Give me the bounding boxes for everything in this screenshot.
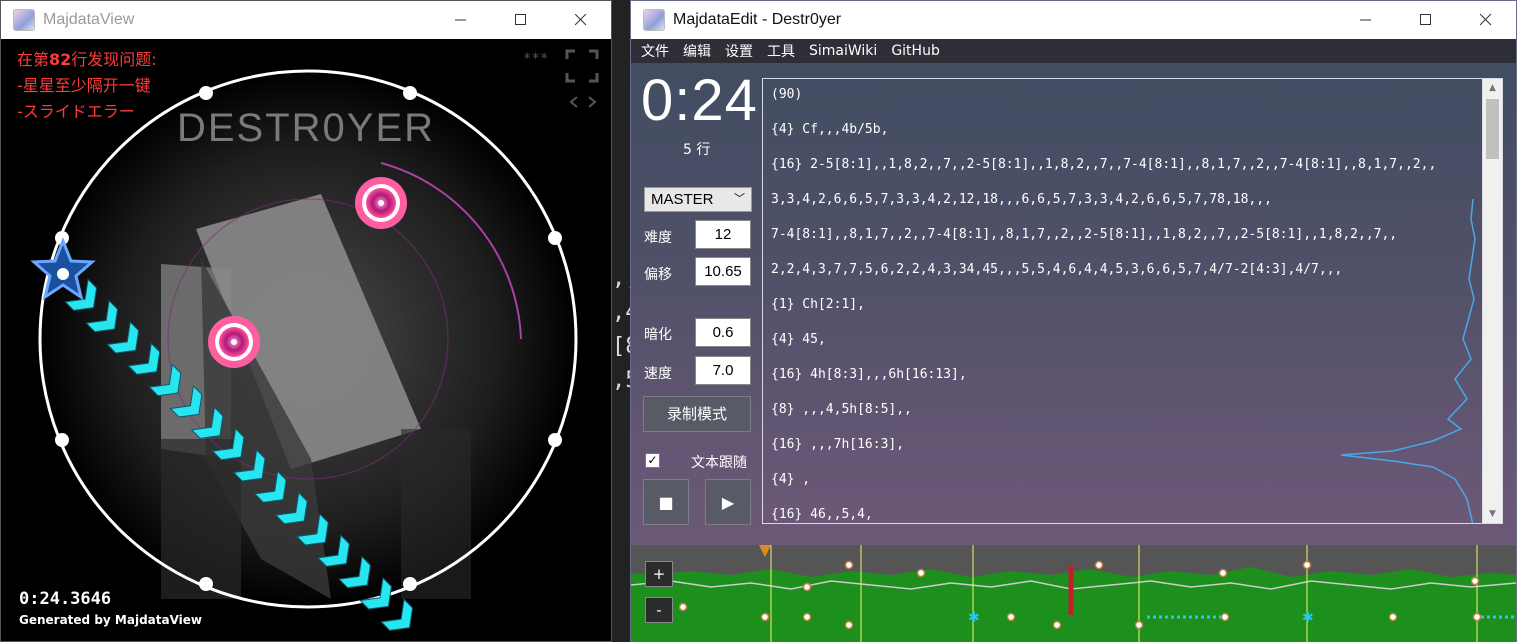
song-logo: DESTR0YER <box>177 106 435 150</box>
stop-button[interactable]: ■ <box>643 479 689 525</box>
speed-label: 速度 <box>644 366 672 382</box>
level-label: 难度 <box>644 230 672 246</box>
code-line: {4} Cf,,,4b/5b, <box>771 122 889 137</box>
dim-field[interactable]: 0.6 <box>695 318 751 347</box>
playback-time: 0:24.3646 <box>19 589 112 609</box>
timeline-note <box>802 582 812 592</box>
record-mode-button[interactable]: 录制模式 <box>643 396 751 432</box>
game-view[interactable]: DESTR0YER 在第82行发现问题: -星星至少隔开一键 -スライドエラー … <box>1 39 611 641</box>
offset-label: 偏移 <box>644 267 672 283</box>
hud-indicator: *** <box>523 49 599 108</box>
tap-note <box>355 177 407 229</box>
close-icon <box>575 14 587 26</box>
maximize-button[interactable] <box>1396 1 1456 39</box>
code-line: {1} Ch[2:1], <box>771 297 865 312</box>
view-titlebar[interactable]: MajdataView <box>1 1 611 39</box>
code-line: 7-4[8:1],,8,1,7,,2,,7-4[8:1],,8,1,7,,2,,… <box>771 227 1398 242</box>
scroll-up-icon[interactable]: ▲ <box>1483 79 1502 97</box>
editor-scrollbar[interactable]: ▲ ▼ <box>1482 79 1502 523</box>
timeline-star-icon: ✱ <box>968 610 980 626</box>
edit-titlebar[interactable]: MajdataEdit - Destr0yer <box>631 1 1516 39</box>
timeline-note <box>844 560 854 570</box>
zoom-in-button[interactable]: + <box>645 561 673 587</box>
time-display: 0:24 <box>641 68 758 133</box>
code-line: 3,3,4,2,6,6,5,7,3,3,4,2,12,18,,,6,6,5,7,… <box>771 192 1272 207</box>
code-line: (90) <box>771 87 803 102</box>
code-line: {4} , <box>771 472 811 487</box>
offset-field[interactable]: 10.65 <box>695 257 751 286</box>
timeline-note <box>1094 560 1104 570</box>
maximize-button[interactable] <box>491 1 551 39</box>
code-line: {16} ,,,7h[16:3], <box>771 437 905 452</box>
chevron-down-icon: ﹀ <box>734 193 745 205</box>
menu-file[interactable]: 文件 <box>641 41 669 61</box>
follow-text-checkbox[interactable]: ✓ <box>645 453 660 468</box>
menu-github[interactable]: GitHub <box>891 43 940 59</box>
code-line: {8} ,,,4,5h[8:5],, <box>771 402 912 417</box>
timeline-note <box>1218 568 1228 578</box>
code-line: 2,2,4,3,7,7,5,6,2,2,4,3,34,45,,,5,5,4,6,… <box>771 262 1343 277</box>
minimize-button[interactable] <box>431 1 491 39</box>
close-button[interactable] <box>1456 1 1516 39</box>
minimize-icon <box>1360 19 1371 21</box>
play-button[interactable]: ▶ <box>705 479 751 525</box>
fullscreen-icon <box>565 49 599 83</box>
maximize-icon <box>1420 14 1431 25</box>
follow-text-label: 文本跟随 <box>691 455 747 471</box>
majdata-edit-window: MajdataEdit - Destr0yer 文件 编辑 设置 工具 Sima… <box>630 0 1517 642</box>
chart-text-editor[interactable]: (90) {4} Cf,,,4b/5b, {16} 2-5[8:1],,1,8,2,… <box>762 78 1503 524</box>
timeline-note <box>678 602 688 612</box>
stop-icon: ■ <box>658 492 674 512</box>
play-icon: ▶ <box>721 492 735 512</box>
scroll-down-icon[interactable]: ▼ <box>1483 505 1502 523</box>
timeline-note <box>760 612 770 622</box>
window-title: MajdataEdit - Destr0yer <box>673 11 842 28</box>
timeline-note <box>1470 576 1480 586</box>
menu-settings[interactable]: 设置 <box>725 41 753 61</box>
play-field: DESTR0YER <box>30 69 578 631</box>
timeline-waveform: ✱ ✱ <box>631 545 1516 642</box>
menu-tools[interactable]: 工具 <box>767 41 795 61</box>
watermark: Generated by MajdataView <box>19 613 203 627</box>
code-line: {16} 2-5[8:1],,1,8,2,,7,,2-5[8:1],,1,8,2… <box>771 157 1437 172</box>
timeline-note <box>916 568 926 578</box>
majdata-view-window: MajdataView DESTR0YER 在第82行发现问题: -星星至少隔开… <box>0 0 612 642</box>
timeline-note <box>1052 620 1062 630</box>
timeline-star-icon: ✱ <box>1302 610 1314 626</box>
timeline-note <box>1388 612 1398 622</box>
tap-note <box>208 316 260 368</box>
chart-code: (90) {4} Cf,,,4b/5b, {16} 2-5[8:1],,1,8,2,… <box>771 85 1476 523</box>
timeline-note <box>844 620 854 630</box>
zoom-out-button[interactable]: - <box>645 597 673 623</box>
window-title: MajdataView <box>43 11 135 28</box>
timeline-note <box>802 612 812 622</box>
speed-field[interactable]: 7.0 <box>695 356 751 385</box>
minimize-icon <box>455 19 466 21</box>
timeline-note <box>1006 612 1016 622</box>
code-line: {16} 46,,5,4, <box>771 507 873 522</box>
dim-label: 暗化 <box>644 327 672 343</box>
close-icon <box>1480 14 1492 26</box>
minimize-button[interactable] <box>1336 1 1396 39</box>
line-indicator: 5 行 <box>683 142 711 158</box>
close-button[interactable] <box>551 1 611 39</box>
menu-simaiwiki[interactable]: SimaiWiki <box>809 43 877 59</box>
timeline-note <box>1134 620 1144 630</box>
code-line: {16} 4h[8:3],,,6h[16:13], <box>771 367 967 382</box>
app-icon <box>13 9 35 31</box>
expand-arrows-icon <box>569 96 597 108</box>
scroll-thumb[interactable] <box>1486 99 1499 159</box>
menu-bar: 文件 编辑 设置 工具 SimaiWiki GitHub <box>631 39 1516 63</box>
menu-edit[interactable]: 编辑 <box>683 41 711 61</box>
timeline-note <box>1472 612 1482 622</box>
timeline-note <box>1220 612 1230 622</box>
maximize-icon <box>515 14 526 25</box>
app-icon <box>643 9 665 31</box>
timeline-panel[interactable]: ✱ ✱ + - <box>631 545 1516 642</box>
error-message: 在第82行发现问题: -星星至少隔开一键 -スライドエラー <box>17 50 157 121</box>
code-line: {4} 45, <box>771 332 826 347</box>
level-field[interactable]: 12 <box>695 220 751 249</box>
timeline-note <box>1302 560 1312 570</box>
difficulty-select[interactable]: MASTER ﹀ <box>644 187 752 212</box>
